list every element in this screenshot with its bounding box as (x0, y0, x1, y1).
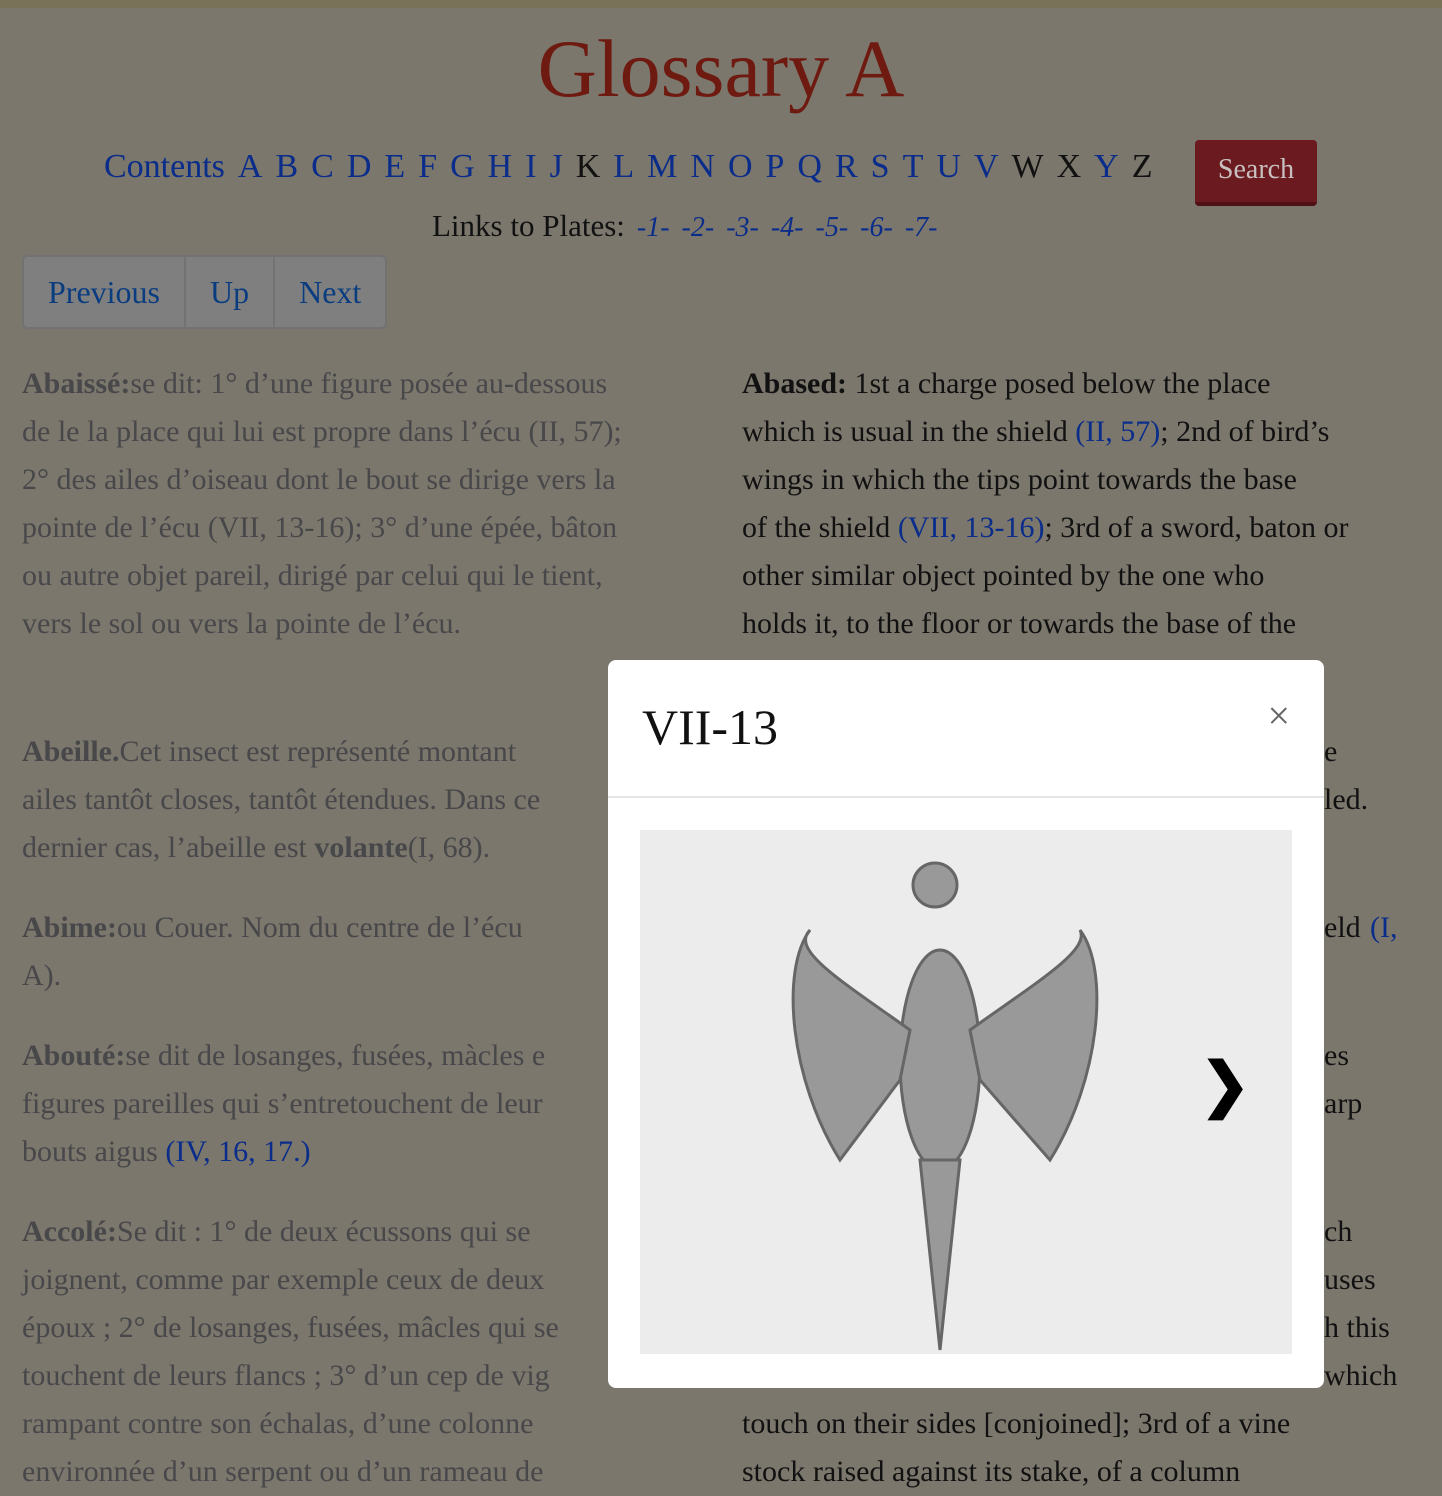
letter-link-i[interactable]: I (525, 148, 536, 186)
letter-link-q[interactable]: Q (797, 148, 822, 186)
letter-link-t[interactable]: T (903, 148, 924, 186)
top-bar (0, 0, 1442, 8)
letter-link-k[interactable]: K (576, 148, 601, 186)
english-line-fragment: ch (1324, 1215, 1353, 1248)
plate-reference-link[interactable]: (VII, 13-16) (898, 511, 1045, 544)
letter-link-f[interactable]: F (418, 148, 437, 186)
english-line-fragment: which (1324, 1359, 1398, 1392)
plate-reference-link[interactable]: (II, 57) (1075, 415, 1160, 448)
letter-link-v[interactable]: V (974, 148, 999, 186)
letter-link-l[interactable]: L (613, 148, 634, 186)
contents-link[interactable]: Contents (104, 148, 225, 186)
french-line: Abaissé:se dit: 1° d’une figure posée au… (22, 367, 608, 400)
french-line: ou autre objet pareil, dirigé par celui … (22, 559, 603, 592)
plate-image-eagle: ❯ (640, 830, 1292, 1354)
plate-link-3[interactable]: -3- (726, 212, 759, 243)
english-line: holds it, to the floor or towards the ba… (742, 607, 1297, 640)
french-line: époux ; 2° de losanges, fusées, mâcles q… (22, 1311, 559, 1344)
french-line: Abeille.Cet insect est représenté montan… (22, 735, 517, 768)
letter-link-e[interactable]: E (384, 148, 405, 186)
english-line-fragment: led. (1324, 783, 1369, 816)
next-button[interactable]: Next (275, 257, 385, 327)
plate-link-4[interactable]: -4- (771, 212, 804, 243)
letter-link-g[interactable]: G (450, 148, 475, 186)
letter-link-m[interactable]: M (647, 148, 677, 186)
letter-link-r[interactable]: R (835, 148, 858, 186)
french-line: Accolé:Se dit : 1° de deux écussons qui … (22, 1215, 531, 1248)
english-line: which is usual in the shield (II, 57); 2… (742, 415, 1330, 448)
next-image-arrow[interactable]: ❯ (1200, 1050, 1250, 1120)
letter-link-j[interactable]: J (550, 148, 563, 186)
french-line: Abouté:se dit de losanges, fusées, màcle… (22, 1039, 546, 1072)
letter-link-y[interactable]: Y (1094, 148, 1119, 186)
letter-link-x[interactable]: X (1057, 148, 1082, 186)
english-line: stock raised against its stake, of a col… (742, 1455, 1241, 1488)
letter-nav: Contents ABCDEFGHIJKLMNOPQRSTUVWXYZ (104, 148, 1153, 186)
letter-link-d[interactable]: D (347, 148, 372, 186)
letter-link-o[interactable]: O (728, 148, 753, 186)
letter-link-p[interactable]: P (766, 148, 785, 186)
english-line-fragment: (I, (1370, 911, 1398, 944)
french-line: Abime:ou Couer. Nom du centre de l’écu (22, 911, 523, 944)
french-line: pointe de l’écu (VII, 13-16); 3° d’une é… (22, 511, 618, 544)
french-line: joignent, comme par exemple ceux de deux (22, 1263, 545, 1296)
english-line: other similar object pointed by the one … (742, 559, 1265, 592)
plates-links: Links to Plates: -1- -2- -3- -4- -5- -6- -7- (432, 208, 937, 244)
french-line: dernier cas, l’abeille est volante(I, 68… (22, 831, 491, 864)
plate-reference-link[interactable]: (IV, 16, 17.) (165, 1135, 310, 1168)
letter-link-n[interactable]: N (690, 148, 715, 186)
french-line: A). (22, 959, 62, 992)
english-line: touch on their sides [conjoined]; 3rd of… (742, 1407, 1291, 1440)
french-line: bouts aigus (IV, 16, 17.) (22, 1135, 311, 1168)
previous-button[interactable]: Previous (24, 257, 186, 327)
french-line: touchent de leurs flancs ; 3° d’un cep d… (22, 1359, 550, 1392)
letter-link-w[interactable]: W (1012, 148, 1044, 186)
english-line: of the shield (VII, 13-16); 3rd of a swo… (742, 511, 1349, 544)
pager: Previous Up Next (22, 255, 388, 329)
modal-title: VII-13 (642, 699, 779, 755)
close-icon[interactable]: × (1267, 692, 1290, 739)
french-line: de le la place qui lui est propre dans l… (22, 415, 622, 448)
english-line-fragment: es (1324, 1039, 1349, 1072)
letter-link-c[interactable]: C (311, 148, 334, 186)
plate-link-6[interactable]: -6- (860, 212, 893, 243)
letter-link-h[interactable]: H (488, 148, 513, 186)
letter-link-z[interactable]: Z (1132, 148, 1153, 186)
french-line: rampant contre son échalas, d’une colonn… (22, 1407, 534, 1440)
search-button[interactable]: Search (1195, 140, 1317, 206)
plate-link-7[interactable]: -7- (905, 212, 938, 243)
english-line-fragment: uses (1324, 1263, 1376, 1296)
letter-link-a[interactable]: A (238, 148, 263, 186)
plates-label: Links to Plates: (432, 208, 625, 243)
up-button[interactable]: Up (186, 257, 276, 327)
english-line-fragment: eld (1324, 911, 1361, 944)
french-line: vers le sol ou vers la pointe de l’écu. (22, 607, 462, 640)
french-line: ailes tantôt closes, tantôt étendues. Da… (22, 783, 541, 816)
letter-link-u[interactable]: U (936, 148, 961, 186)
english-line-fragment: arp (1324, 1087, 1363, 1120)
plate-link-2[interactable]: -2- (682, 212, 715, 243)
plate-modal: VII-13 × ❯ (608, 660, 1324, 1388)
english-line: Abased: 1st a charge posed below the pla… (742, 367, 1271, 400)
french-line: 2° des ailes d’oiseau dont le bout se di… (22, 463, 616, 496)
letter-link-b[interactable]: B (275, 148, 298, 186)
page-title: Glossary A (537, 23, 905, 114)
french-line: figures pareilles qui s’entretouchent de… (22, 1087, 543, 1120)
french-line: environnée d’un serpent ou d’un rameau d… (22, 1455, 544, 1488)
english-line-fragment: e (1324, 735, 1338, 768)
letter-link-s[interactable]: S (871, 148, 890, 186)
plate-link-5[interactable]: -5- (816, 212, 849, 243)
plate-link-1[interactable]: -1- (637, 212, 670, 243)
english-line-fragment: h this (1324, 1311, 1390, 1344)
modal-divider (608, 796, 1324, 798)
eagle-illustration (791, 861, 1099, 1351)
english-line: wings in which the tips point towards th… (742, 463, 1297, 496)
